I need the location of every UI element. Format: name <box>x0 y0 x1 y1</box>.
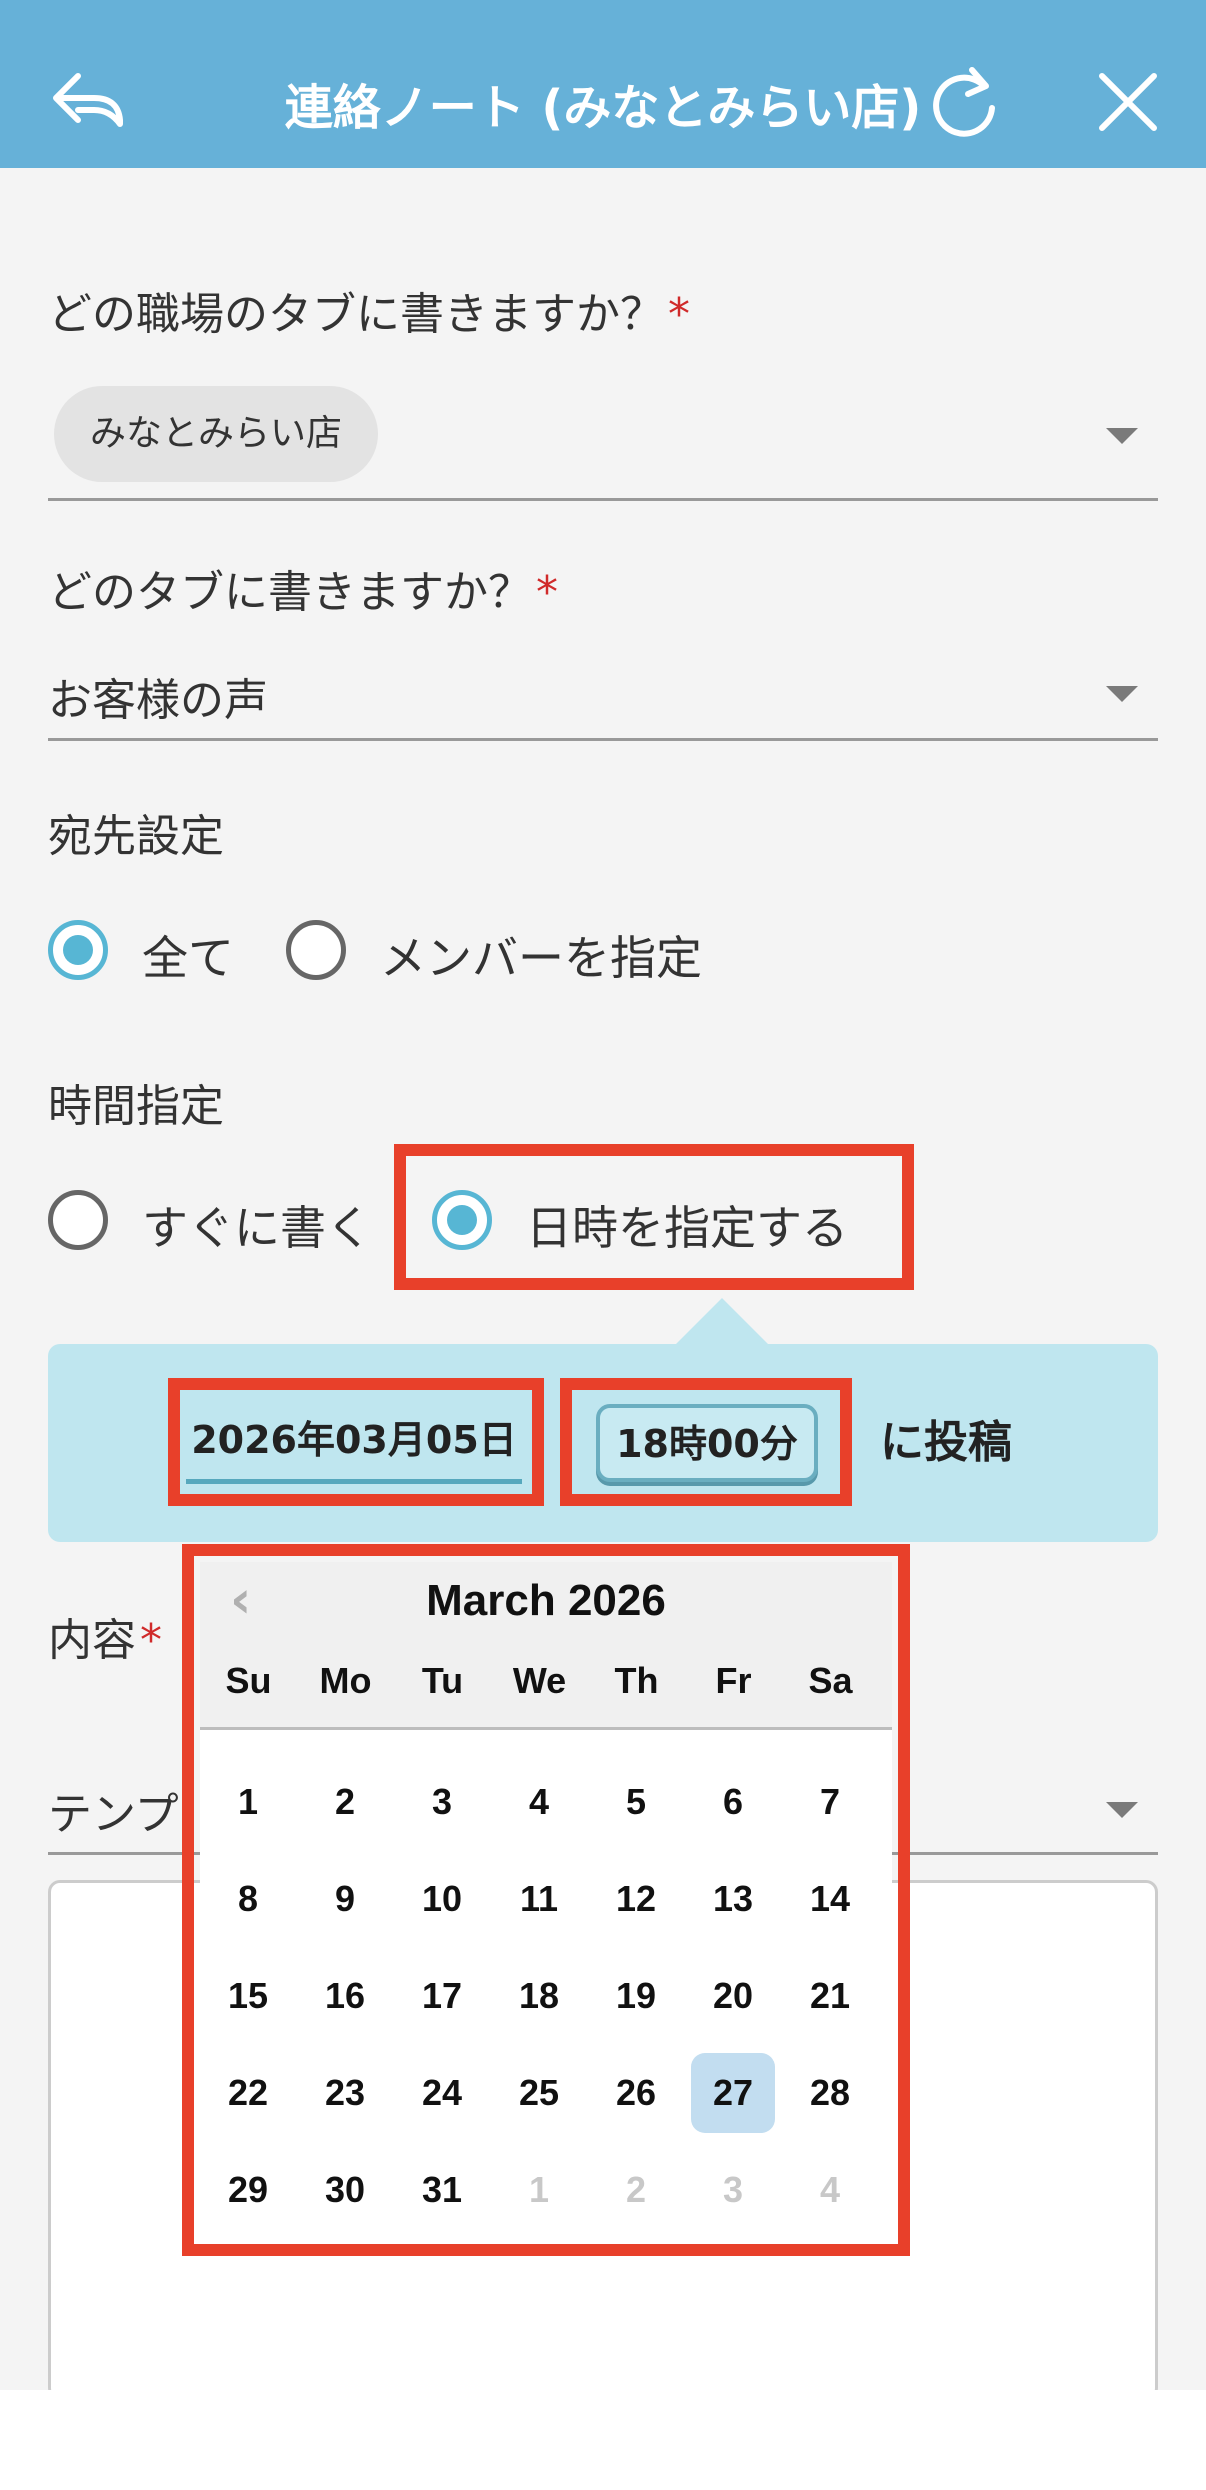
annotation-box-calendar <box>182 1544 910 2256</box>
workplace-select-underline <box>48 498 1158 501</box>
bottom-area <box>0 2390 1206 2490</box>
workplace-chip[interactable]: みなとみらい店 <box>54 386 379 482</box>
annotation-box-date <box>168 1378 544 1506</box>
tab-select-value[interactable]: お客様の声 <box>48 664 268 728</box>
tab-select-underline <box>48 738 1158 741</box>
required-mark: * <box>668 289 690 340</box>
radio-specify-members[interactable] <box>286 920 346 980</box>
required-mark: * <box>140 1615 162 1666</box>
chevron-down-icon[interactable] <box>1106 1802 1138 1818</box>
refresh-icon[interactable] <box>926 62 1006 142</box>
post-suffix-label: に投稿 <box>880 1417 1012 1468</box>
radio-all[interactable] <box>48 920 108 980</box>
tab-question-label: どのタブに書きますか？* <box>48 556 558 620</box>
content-label-text: 内容 <box>48 1615 136 1666</box>
radio-write-now[interactable] <box>48 1190 108 1250</box>
template-select-value[interactable]: テンプ <box>48 1778 179 1842</box>
workplace-question-text: どの職場のタブに書きますか？ <box>48 289 664 340</box>
tab-question-text: どのタブに書きますか？ <box>48 567 532 618</box>
radio-write-now-label[interactable]: すぐに書く <box>142 1192 372 1258</box>
chevron-down-icon[interactable] <box>1106 428 1138 444</box>
close-icon[interactable] <box>1088 62 1168 142</box>
chevron-down-icon[interactable] <box>1106 686 1138 702</box>
page-title: 連絡ノート (みなとみらい店) <box>284 80 922 136</box>
panel-pointer <box>674 1298 770 1346</box>
recipient-label: 宛先設定 <box>48 811 224 862</box>
radio-specify-members-label[interactable]: メンバーを指定 <box>380 922 702 988</box>
annotation-box-time <box>560 1378 852 1506</box>
annotation-box-datetime-option <box>394 1144 914 1290</box>
required-mark: * <box>536 567 558 618</box>
radio-all-label[interactable]: 全て <box>142 922 234 988</box>
workplace-question-label: どの職場のタブに書きますか？* <box>48 278 690 342</box>
app-header: 連絡ノート (みなとみらい店) <box>0 0 1206 168</box>
content-label: 内容* <box>48 1604 162 1668</box>
time-setting-label: 時間指定 <box>48 1081 224 1132</box>
